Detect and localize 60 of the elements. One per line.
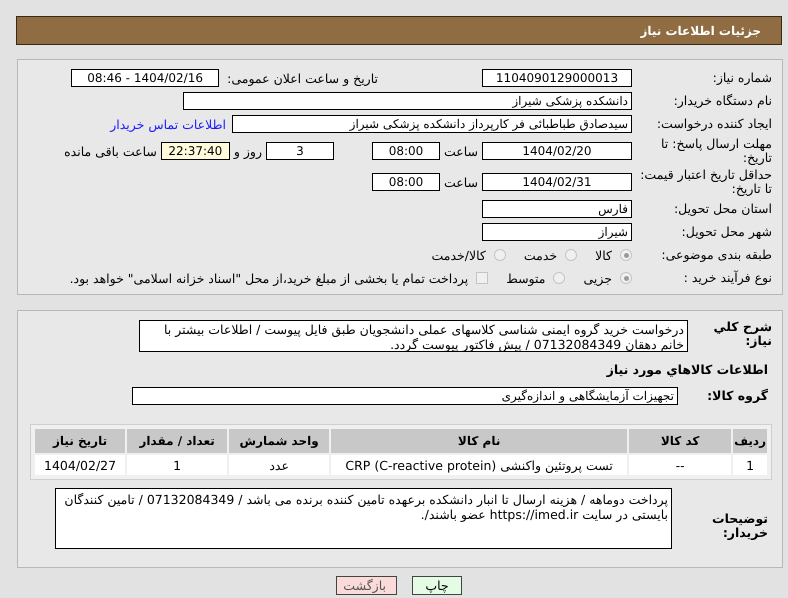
input-field[interactable]: 1404/02/31 [482,173,632,191]
input-field[interactable]: 1404/02/20 [482,142,632,160]
field-label: توضیحات خریدار: [711,512,769,540]
page-title: جزئیات اطلاعات نیاز [640,24,761,38]
input-field[interactable]: 1404/02/16 - 08:46 [71,69,220,87]
column-header: نام کالا [331,429,628,453]
field-label: گروه کالا: [706,389,769,403]
field-label: شهر محل تحویل: [680,225,772,239]
table-cell: -- [629,455,732,475]
print-button[interactable]: چاپ [412,576,462,595]
remaining-label: ساعت باقی مانده [64,144,157,158]
option-label: متوسط [506,270,546,286]
checkbox[interactable] [476,272,488,284]
input-field[interactable]: تجهیزات آزمایشگاهی و اندازه‌گیری [132,387,678,405]
radio-button[interactable] [553,272,566,284]
table-cell: عدد [229,455,330,475]
table-cell: 1 [733,455,767,475]
table-cell: تست پروتئین واکنشی (CRP (C-reactive protein [331,455,628,475]
field-label: شماره نیاز: [712,71,772,85]
input-field[interactable]: 08:00 [372,173,440,191]
option-label: جزیی [583,270,612,286]
input-field[interactable]: 1104090129000013 [482,69,632,87]
input-field[interactable]: دانشکده پزشکی شیراز [183,92,632,110]
field-label: طبقه بندی موضوعی: [660,248,772,262]
column-header: تعداد / مقدار [127,429,228,453]
radio-button[interactable] [494,249,506,261]
input-field[interactable]: سیدصادق طباطبائی فر کارپرداز دانشکده پزشکی شیراز [232,115,632,133]
field-label: نام دستگاه خریدار: [672,94,772,108]
option-label: کالا [595,248,612,262]
input-field[interactable]: 3 [266,142,334,160]
option-label: کالا/خدمت [431,248,486,262]
input-field[interactable]: 22:37:40 [160,142,230,160]
column-header: واحد شمارش [229,429,330,453]
input-field[interactable]: 08:00 [372,142,440,160]
column-header: تاریخ نیاز [35,429,126,453]
option-label: خدمت [524,248,558,262]
column-header: ردیف [733,429,767,453]
radio-button[interactable] [620,249,632,261]
notes-field[interactable]: پرداخت دوماهه / هزینه ارسال تا انبار دانشکده برعهده تامین کننده برنده می باشد / 07132084349 / تامین کنندگان بایستی در سایت https://imed.ir عضو باشند/. [55,488,672,549]
field-label: مهلت ارسال پاسخ: تا تاریخ: [660,137,772,165]
time-label: ساعت [444,174,478,190]
field-label: نوع فرآیند خرید : [682,271,772,285]
radio-button[interactable] [620,272,632,284]
field-label: شرح کلي نیاز: [712,320,772,348]
days-label: روز و [234,144,262,158]
contact-link[interactable]: اطلاعات تماس خریدار [110,116,226,132]
option-label: پرداخت تمام یا بخشی از مبلغ خرید،از محل "اسناد خزانه اسلامی" خواهد بود. [70,270,468,286]
table-cell: 1404/02/27 [35,455,126,475]
back-button[interactable]: بازگشت [336,576,397,595]
field-label: استان محل تحویل: [672,202,772,216]
field-label: تاریخ و ساعت اعلان عمومی: [227,70,378,86]
section-heading: اطلاعات کالاهاي مورد نیاز [605,362,769,377]
column-header: کد کالا [629,429,732,453]
radio-button[interactable] [565,249,578,261]
input-field[interactable]: شیراز [482,223,632,241]
field-label: حداقل تاریخ اعتبار قیمت: تا تاریخ: [639,168,772,196]
table-cell: 1 [127,455,228,475]
input-field[interactable]: فارس [482,200,632,218]
field-label: ایجاد کننده درخواست: [656,117,772,131]
time-label: ساعت [444,144,478,158]
